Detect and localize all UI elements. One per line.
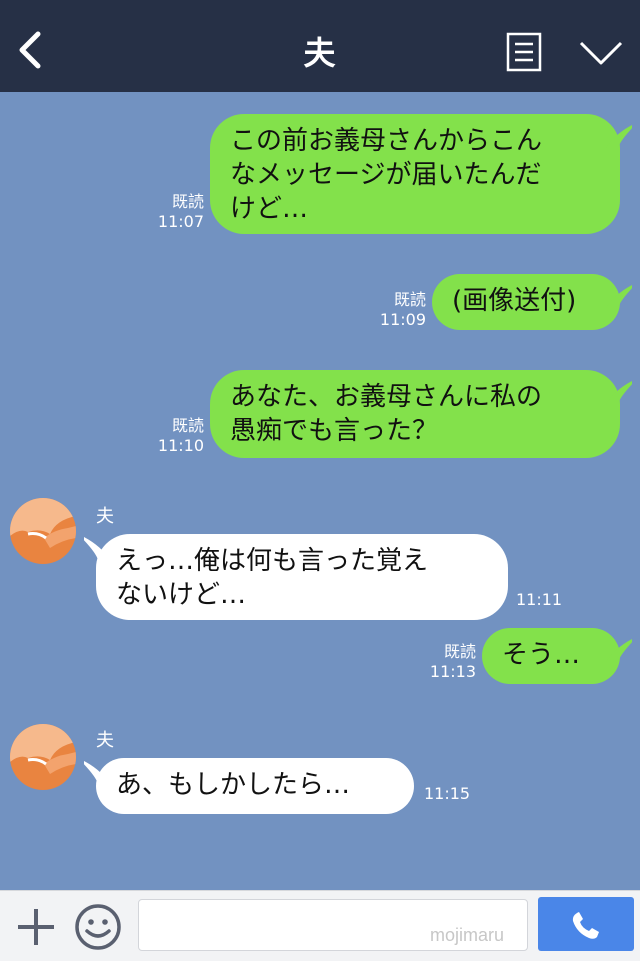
- my-message-bubble[interactable]: そう…: [482, 628, 620, 684]
- avatar-image: [10, 498, 76, 564]
- document-icon[interactable]: [506, 32, 542, 72]
- read-receipt: 既読: [171, 192, 204, 211]
- message-time: 11:07: [157, 212, 204, 231]
- message-time: 11:09: [379, 310, 426, 329]
- phone-icon: [572, 912, 599, 939]
- message-time: 11:11: [516, 590, 563, 609]
- message-meta: 11:11: [516, 590, 562, 610]
- their-message-bubble[interactable]: えっ…俺は何も言った覚え ないけど…: [96, 534, 508, 620]
- message-meta: 11:15: [424, 784, 470, 804]
- avatar[interactable]: [10, 498, 76, 564]
- call-button[interactable]: [538, 897, 634, 951]
- read-receipt: 既読: [443, 642, 476, 661]
- bubble-tail: [606, 284, 632, 308]
- sender-name: 夫: [96, 730, 114, 751]
- bubble-tail: [606, 380, 632, 404]
- message-meta: 既読 11:10: [150, 416, 204, 456]
- my-message-bubble[interactable]: あなた、お義母さんに私の 愚痴でも言った？: [210, 370, 620, 458]
- smile-icon[interactable]: [74, 903, 122, 951]
- message-meta: 既読 11:09: [372, 290, 426, 330]
- avatar[interactable]: [10, 724, 76, 790]
- sender-name: 夫: [96, 506, 114, 527]
- read-receipt: 既読: [171, 416, 204, 435]
- message-meta: 既読 11:13: [420, 642, 476, 682]
- input-bar: mojimaru: [0, 890, 640, 961]
- avatar-image: [10, 724, 76, 790]
- chevron-down-icon[interactable]: [578, 38, 624, 68]
- chat-area: 既読 11:07 この前お義母さんからこん なメッセージが届いたんだ けど… 既…: [0, 92, 640, 890]
- their-message-bubble[interactable]: あ、もしかしたら…: [96, 758, 414, 814]
- message-time: 11:10: [157, 436, 204, 455]
- message-time: 11:13: [429, 662, 476, 681]
- my-message-bubble[interactable]: この前お義母さんからこん なメッセージが届いたんだ けど…: [210, 114, 620, 234]
- message-meta: 既読 11:07: [150, 192, 204, 232]
- chat-header: 夫: [0, 0, 640, 92]
- bubble-tail: [606, 638, 632, 662]
- bubble-tail: [606, 124, 632, 148]
- watermark: mojimaru: [430, 925, 505, 945]
- read-receipt: 既読: [393, 290, 426, 309]
- plus-icon[interactable]: [14, 905, 58, 949]
- my-message-bubble[interactable]: (画像送付): [432, 274, 620, 330]
- chat-title: 夫: [303, 34, 337, 72]
- message-time: 11:15: [424, 784, 471, 803]
